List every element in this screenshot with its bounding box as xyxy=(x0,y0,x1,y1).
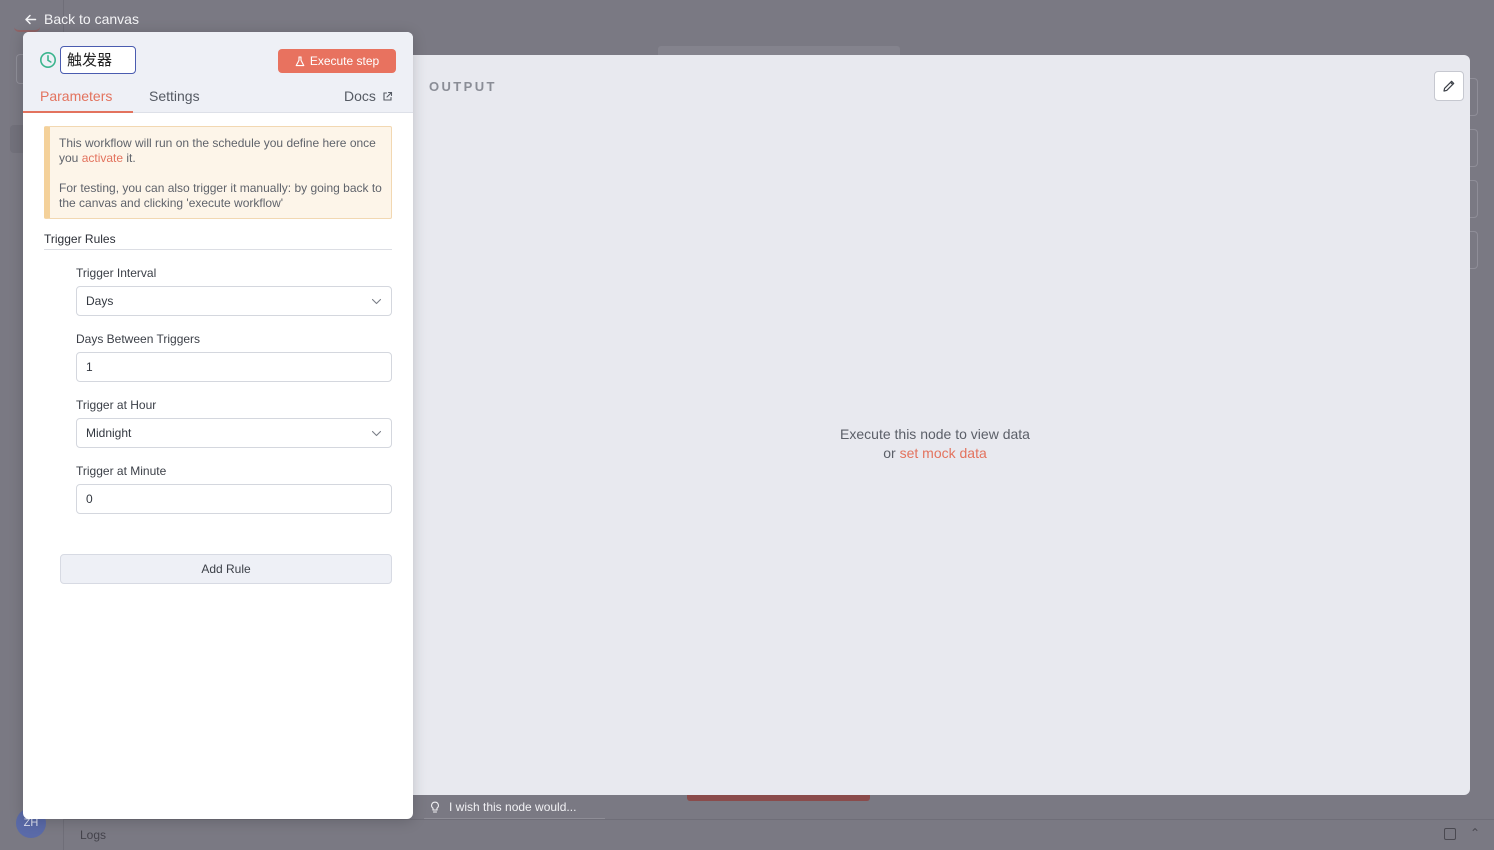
trigger-at-hour-value: Midnight xyxy=(86,426,132,440)
canvas-zoom-button xyxy=(1470,78,1478,116)
output-empty-state: Execute this node to view data or set mo… xyxy=(400,425,1470,463)
clock-icon xyxy=(40,52,56,68)
logs-label: Logs xyxy=(80,828,107,842)
lightbulb-icon xyxy=(431,801,439,813)
chevron-up-icon: ⌃ xyxy=(1469,826,1480,840)
trigger-at-minute-input[interactable]: 0 xyxy=(76,484,392,514)
feedback-link[interactable]: I wish this node would... xyxy=(430,800,576,814)
flask-icon xyxy=(295,55,305,66)
trigger-rules-heading: Trigger Rules xyxy=(44,232,116,246)
active-tab-indicator xyxy=(23,111,133,113)
tab-settings[interactable]: Settings xyxy=(149,88,200,104)
sidebar-active-item xyxy=(10,125,24,153)
output-empty-message: Execute this node to view data xyxy=(840,426,1030,442)
edit-output-button[interactable] xyxy=(1434,71,1464,101)
logs-popout-icon xyxy=(1444,828,1456,840)
back-to-canvas-link[interactable]: Back to canvas xyxy=(24,11,139,27)
node-name-input[interactable]: 触发器 xyxy=(60,46,136,74)
trigger-at-hour-select[interactable]: Midnight xyxy=(76,418,392,448)
logs-bar: Logs ⌃ xyxy=(64,819,1494,850)
docs-label: Docs xyxy=(344,88,376,104)
back-to-canvas-label: Back to canvas xyxy=(44,11,139,27)
set-mock-data-link[interactable]: set mock data xyxy=(900,445,987,461)
output-empty-or: or xyxy=(883,445,900,461)
execute-step-label: Execute step xyxy=(309,54,380,68)
notice-text-after: it. xyxy=(123,151,136,165)
node-panel-header: 触发器 Execute step Parameters Settings Doc… xyxy=(23,32,413,113)
schedule-notice: This workflow will run on the schedule y… xyxy=(44,126,392,219)
arrow-left-icon xyxy=(25,14,37,24)
canvas-zoom-button xyxy=(1470,180,1478,218)
feedback-text: I wish this node would... xyxy=(449,800,577,814)
chevron-down-icon xyxy=(371,298,382,305)
activate-link[interactable]: activate xyxy=(82,151,123,165)
pencil-icon xyxy=(1443,80,1455,92)
add-rule-button[interactable]: Add Rule xyxy=(60,554,392,584)
notice-testing-text: For testing, you can also trigger it man… xyxy=(59,181,382,210)
tab-parameters[interactable]: Parameters xyxy=(40,88,112,104)
trigger-interval-select[interactable]: Days xyxy=(76,286,392,316)
add-rule-label: Add Rule xyxy=(201,562,251,576)
node-parameters-panel: 触发器 Execute step Parameters Settings Doc… xyxy=(23,32,413,819)
trigger-interval-label: Trigger Interval xyxy=(76,266,157,280)
canvas-zoom-button xyxy=(1470,129,1478,167)
trigger-interval-value: Days xyxy=(86,294,114,308)
docs-link[interactable]: Docs xyxy=(344,88,393,104)
external-link-icon xyxy=(383,91,392,101)
chevron-down-icon xyxy=(371,430,382,437)
trigger-rules-divider xyxy=(44,249,392,250)
trigger-at-hour-label: Trigger at Hour xyxy=(76,398,157,412)
output-panel: OUTPUT Execute this node to view data or… xyxy=(400,55,1470,795)
output-title: OUTPUT xyxy=(429,79,497,94)
feedback-divider xyxy=(424,818,605,819)
days-between-triggers-label: Days Between Triggers xyxy=(76,332,201,346)
execute-step-button[interactable]: Execute step xyxy=(278,49,396,73)
canvas-zoom-button xyxy=(1470,231,1478,269)
days-between-triggers-input[interactable]: 1 xyxy=(76,352,392,382)
trigger-at-minute-label: Trigger at Minute xyxy=(76,464,167,478)
